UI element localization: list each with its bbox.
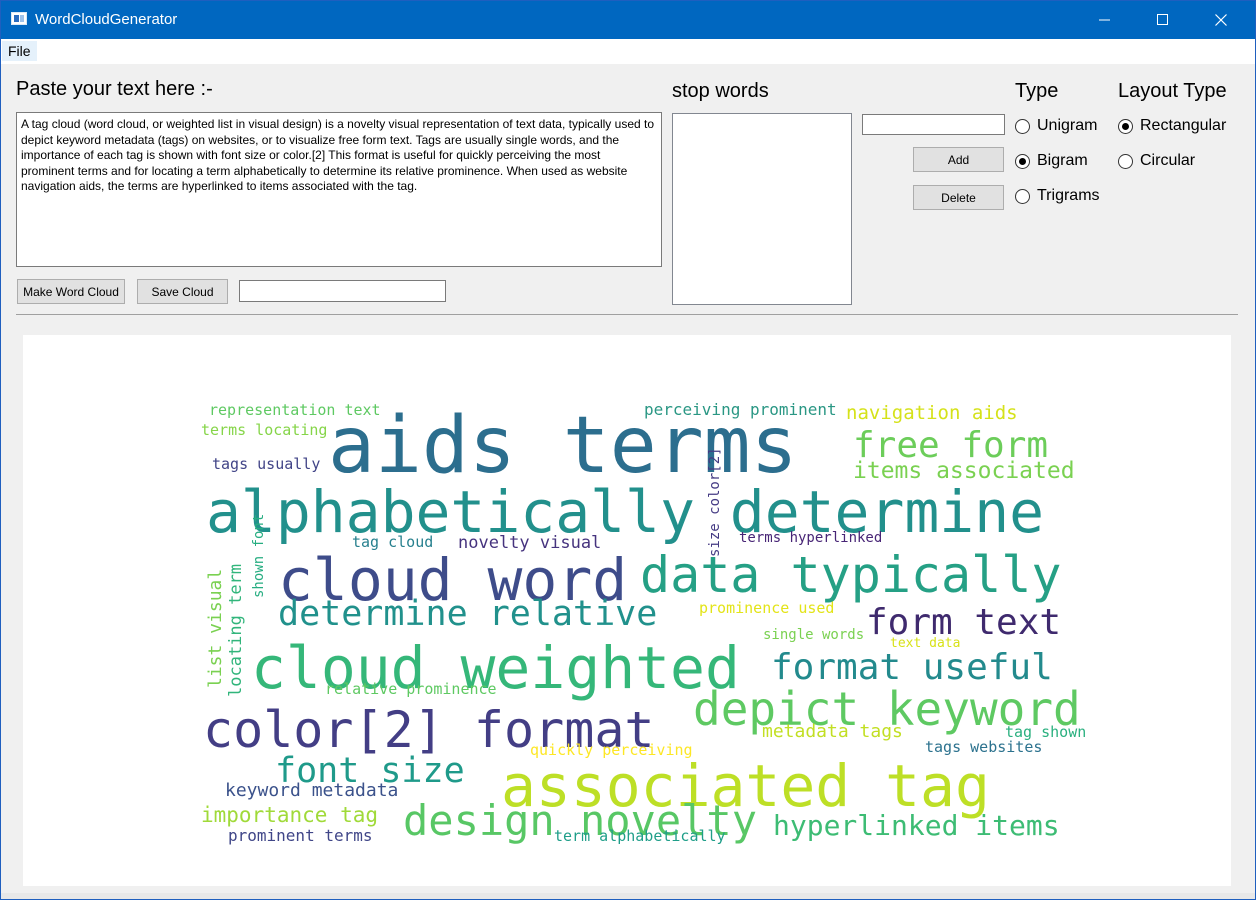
cloud-word: terms locating <box>201 421 327 439</box>
paste-text-heading: Paste your text here :- <box>16 78 213 100</box>
cloud-word: list visual <box>205 569 226 688</box>
cloud-word: determine relative <box>278 594 657 634</box>
save-cloud-button[interactable]: Save Cloud <box>137 279 228 304</box>
layout-circular-label: Circular <box>1140 152 1196 169</box>
window-title: WordCloudGenerator <box>35 11 178 28</box>
type-heading: Type <box>1015 80 1059 102</box>
close-button[interactable] <box>1192 0 1250 39</box>
type-bigram-radio[interactable]: Bigram <box>1015 152 1088 170</box>
cloud-word: relative prominence <box>325 680 497 698</box>
delete-stop-word-button[interactable]: Delete <box>913 185 1004 210</box>
cloud-word: navigation aids <box>846 402 1018 424</box>
layout-rectangular-radio[interactable]: Rectangular <box>1118 117 1226 135</box>
minimize-button[interactable] <box>1076 0 1134 39</box>
cloud-word: alphabetically determine <box>206 478 1044 546</box>
cloud-word: tags websites <box>925 738 1042 756</box>
cloud-word: shown font <box>251 514 267 598</box>
cloud-word: tag cloud <box>352 533 433 551</box>
layout-circular-radio[interactable]: Circular <box>1118 152 1195 170</box>
stop-word-input[interactable] <box>862 114 1005 135</box>
radio-unchecked-icon <box>1015 188 1030 204</box>
cloud-word: keyword metadata <box>225 780 398 801</box>
maximize-icon <box>1157 13 1168 25</box>
cloud-word: items associated <box>853 458 1075 484</box>
layout-type-heading: Layout Type <box>1118 80 1227 102</box>
radio-unchecked-icon <box>1015 118 1030 134</box>
cloud-word: term alphabetically <box>554 827 726 845</box>
radio-checked-icon <box>1015 153 1030 169</box>
radio-checked-icon <box>1118 118 1133 134</box>
stop-words-heading: stop words <box>672 80 769 102</box>
cloud-word: prominent terms <box>228 826 373 845</box>
layout-rectangular-label: Rectangular <box>1140 117 1227 134</box>
cloud-word: terms hyperlinked <box>739 530 882 546</box>
separator-line <box>16 314 1238 315</box>
cloud-word: representation text <box>209 401 381 419</box>
word-cloud-image: aids termsalphabetically determinecloud … <box>201 400 1086 845</box>
cloud-word: quickly perceiving <box>530 741 693 759</box>
save-filename-input[interactable] <box>239 280 446 302</box>
menu-bar: File <box>0 39 1256 64</box>
cloud-word: hyperlinked items <box>773 809 1060 842</box>
cloud-word: tags usually <box>212 455 320 473</box>
radio-unchecked-icon <box>1118 153 1133 169</box>
cloud-word: prominence used <box>699 599 834 617</box>
cloud-word: size color[2] <box>707 447 723 557</box>
cloud-word: novelty visual <box>458 533 601 553</box>
cloud-word: importance tag <box>201 803 378 827</box>
close-icon <box>1215 13 1227 26</box>
type-unigram-label: Unigram <box>1037 117 1098 134</box>
cloud-word: metadata tags <box>762 721 903 742</box>
app-icon <box>11 12 27 25</box>
cloud-word: text data <box>890 636 960 651</box>
add-stop-word-button[interactable]: Add <box>913 147 1004 172</box>
source-text-area[interactable]: A tag cloud (word cloud, or weighted lis… <box>16 112 662 267</box>
minimize-icon <box>1099 19 1110 20</box>
cloud-word: format useful <box>771 647 1053 688</box>
type-bigram-label: Bigram <box>1037 152 1088 169</box>
stop-words-list[interactable] <box>672 113 852 305</box>
title-bar: WordCloudGenerator <box>0 0 1256 39</box>
maximize-button[interactable] <box>1134 0 1192 39</box>
type-trigrams-radio[interactable]: Trigrams <box>1015 187 1100 205</box>
menu-file[interactable]: File <box>2 41 37 61</box>
cloud-word: locating term <box>226 564 246 697</box>
cloud-word: perceiving prominent <box>644 400 837 419</box>
taskbar-edge <box>0 893 1256 900</box>
cloud-word: single words <box>763 627 864 643</box>
word-cloud-canvas: aids terms alphabetically determine cloud … <box>23 335 1231 886</box>
cloud-word: data typically <box>640 546 1061 604</box>
type-unigram-radio[interactable]: Unigram <box>1015 117 1097 135</box>
type-trigrams-label: Trigrams <box>1037 187 1100 204</box>
make-word-cloud-button[interactable]: Make Word Cloud <box>17 279 125 304</box>
